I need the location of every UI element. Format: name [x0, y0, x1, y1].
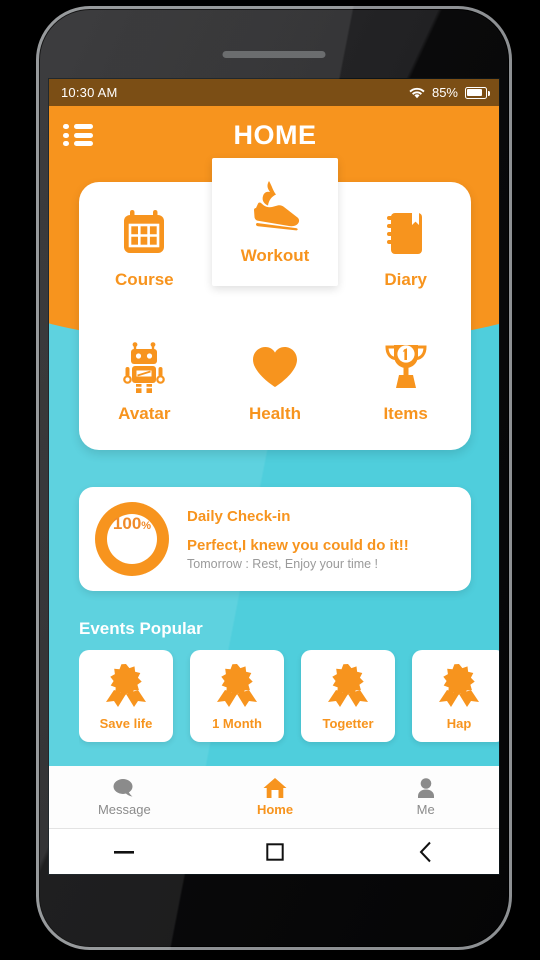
nav-label: Me [416, 802, 435, 817]
menu-tile-label: Avatar [118, 404, 171, 423]
battery-percent-label: 85% [431, 85, 458, 100]
menu-tile-diary[interactable]: Diary [340, 182, 471, 316]
event-label: Togetter [322, 715, 374, 731]
event-label: Save life [99, 715, 153, 731]
checkin-message: Perfect,I knew you could do it!! [187, 536, 409, 554]
award-ribbon-icon [106, 663, 146, 707]
heart-icon [252, 347, 297, 387]
nav-item-home[interactable]: Home [200, 766, 351, 828]
status-indicators: 85% [409, 85, 490, 100]
menu-tile-course[interactable]: Course [79, 182, 210, 316]
menu-tile-health[interactable]: Health [210, 316, 341, 450]
phone-screen: 10:30 AM 85% HOME Course Diary Avatar He… [48, 78, 500, 875]
battery-icon [465, 86, 490, 99]
bottom-navigation: Message Home Me [49, 766, 499, 829]
chevron-left-icon [419, 841, 431, 862]
award-ribbon-icon [439, 663, 479, 707]
page-title: HOME [233, 119, 317, 150]
robot-icon [123, 342, 166, 393]
status-time: 10:30 AM [61, 85, 118, 100]
header-bar: HOME [49, 106, 499, 164]
menu-tile-label: Items [383, 404, 428, 423]
progress-unit: % [141, 520, 152, 532]
house-icon [263, 778, 287, 798]
award-ribbon-icon [217, 663, 257, 707]
calendar-icon [124, 210, 165, 253]
menu-tile-label: Workout [240, 246, 310, 265]
square-icon [266, 842, 284, 861]
trophy-icon [385, 345, 427, 388]
speaker-grille [222, 51, 326, 58]
dash-icon [114, 850, 135, 854]
events-section-title: Events Popular [79, 619, 203, 638]
event-card[interactable]: Save life [79, 650, 173, 742]
progress-value: 100 [112, 514, 142, 533]
nav-label: Home [256, 802, 294, 817]
daily-checkin-card[interactable]: 100% Daily Check-in Perfect,I knew you c… [79, 487, 471, 591]
menu-tile-label: Health [249, 404, 301, 423]
wifi-icon [409, 87, 425, 98]
event-label: Hap [446, 715, 472, 731]
nav-label: Message [97, 802, 151, 817]
person-icon [417, 778, 434, 798]
menu-tile-label: Diary [384, 270, 427, 289]
event-card[interactable]: Togetter [301, 650, 395, 742]
notebook-icon [386, 213, 422, 254]
event-card[interactable]: Hap [412, 650, 499, 742]
android-system-bar [49, 829, 499, 874]
event-card[interactable]: 1 Month [190, 650, 284, 742]
award-ribbon-icon [328, 663, 368, 707]
list-menu-icon[interactable] [63, 122, 95, 148]
checkin-title: Daily Check-in [187, 507, 291, 525]
nav-item-message[interactable]: Message [49, 766, 200, 828]
menu-tile-avatar[interactable]: Avatar [79, 316, 210, 450]
running-shoe-icon [254, 181, 300, 231]
menu-tile-items[interactable]: Items [340, 316, 471, 450]
minimize-button[interactable] [49, 829, 200, 874]
menu-tile-label: Course [115, 270, 174, 289]
event-label: 1 Month [212, 715, 262, 731]
checkin-sub-message: Tomorrow : Rest, Enjoy your time ! [187, 556, 379, 571]
back-button[interactable] [350, 829, 499, 874]
menu-tile-workout[interactable]: Workout [212, 158, 338, 286]
menu-grid-card: Course Diary Avatar Health Items Workout [79, 158, 471, 450]
nav-item-me[interactable]: Me [350, 766, 499, 828]
chat-bubble-icon [113, 779, 133, 797]
checkin-text-block: Daily Check-in Perfect,I knew you could … [187, 508, 409, 571]
status-bar: 10:30 AM 85% [49, 79, 499, 106]
progress-ring: 100% [95, 502, 169, 576]
events-card-row[interactable]: Save life 1 Month Togetter Hap [79, 650, 499, 750]
recents-button[interactable] [200, 829, 351, 874]
